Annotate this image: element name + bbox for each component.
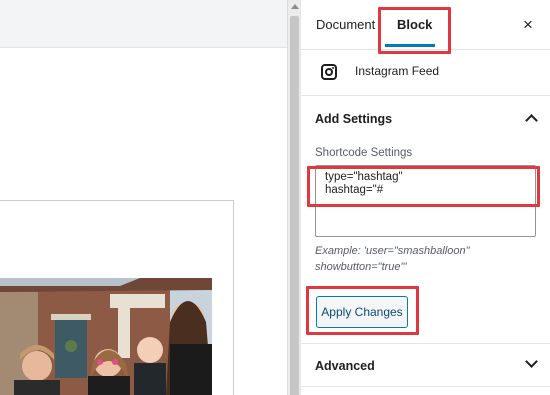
family-photo-image	[0, 278, 212, 395]
instagram-icon	[321, 64, 337, 80]
shortcode-example-text: Example: 'user="smashballoon" showbutton…	[315, 245, 470, 273]
shortcode-settings-input[interactable]: type="hashtag" hashtag="#	[315, 165, 536, 237]
settings-sidebar: Document Block × Instagram Feed Add Sett…	[300, 0, 550, 395]
advanced-title: Advanced	[315, 359, 375, 373]
tab-block[interactable]: Block	[397, 0, 432, 50]
advanced-panel-toggle[interactable]: Advanced	[301, 344, 550, 388]
block-card-title: Instagram Feed	[355, 64, 440, 78]
editor-canvas	[0, 0, 287, 395]
chevron-up-icon	[525, 114, 538, 127]
apply-changes-button[interactable]: Apply Changes	[316, 296, 408, 328]
add-settings-panel-toggle[interactable]: Add Settings	[301, 97, 550, 141]
feed-photo	[0, 278, 212, 395]
shortcode-settings-label: Shortcode Settings	[315, 147, 413, 159]
add-settings-title: Add Settings	[315, 112, 393, 126]
editor-toolbar	[0, 0, 287, 48]
tab-document[interactable]: Document	[316, 0, 375, 50]
active-tab-indicator	[385, 44, 435, 47]
editor-scrollbar[interactable]	[287, 0, 300, 395]
panel-divider	[301, 386, 550, 387]
scrollbar-thumb[interactable]	[290, 16, 299, 395]
close-icon[interactable]: ×	[519, 16, 537, 34]
block-card: Instagram Feed	[301, 51, 550, 96]
chevron-down-icon	[525, 355, 538, 368]
sidebar-tabs: Document Block ×	[301, 0, 550, 54]
scroll-up-arrow-icon[interactable]	[291, 4, 299, 9]
